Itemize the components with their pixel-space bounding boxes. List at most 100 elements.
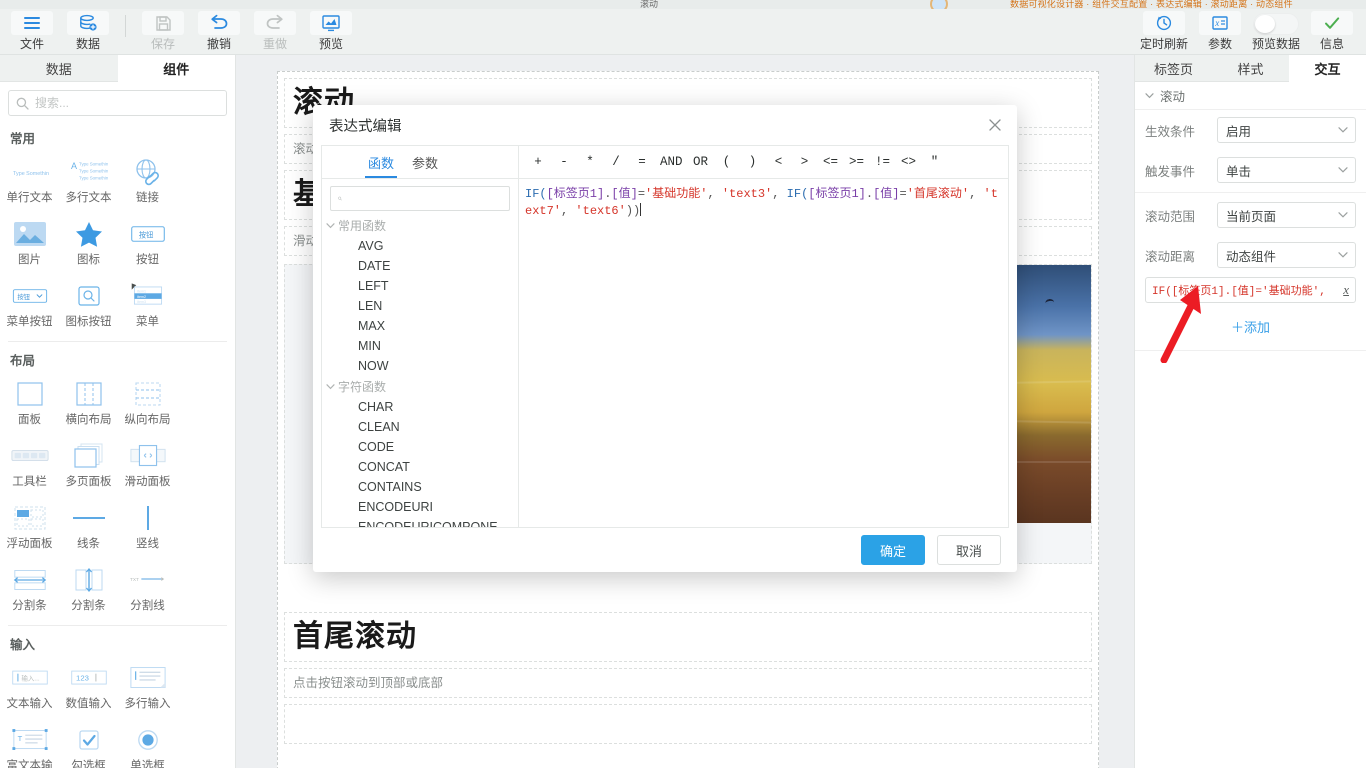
function-item-len[interactable]: LEN — [322, 296, 518, 316]
component-icon[interactable]: 图标 — [59, 213, 118, 275]
toolbar-preview-button[interactable]: 预览 — [303, 9, 359, 55]
component-line[interactable]: 线条 — [59, 497, 118, 559]
interaction-section-header[interactable]: 滚动 — [1135, 82, 1366, 110]
component-slide-panel[interactable]: 滑动面板 — [118, 435, 177, 497]
canvas-block-placeholder[interactable] — [284, 704, 1092, 744]
function-item-now[interactable]: NOW — [322, 356, 518, 376]
component-divider-line[interactable]: TXT 分割线 — [118, 559, 177, 621]
operator-plus[interactable]: + — [525, 153, 551, 171]
component-search-box[interactable] — [8, 90, 227, 116]
component-v-splitter[interactable]: 分割条 — [59, 559, 118, 621]
tab-style[interactable]: 样式 — [1212, 55, 1289, 82]
operator-less-equal[interactable]: <= — [818, 153, 844, 171]
operator-divide[interactable]: / — [603, 153, 629, 171]
component-checkbox[interactable]: 勾选框 — [59, 719, 118, 768]
expression-edit-pane: + - * / = AND OR ( ) < > <= >= != <> " — [519, 146, 1008, 527]
canvas-sub-block-3[interactable]: 点击按钮滚动到顶部或底部 — [284, 668, 1092, 698]
toggle-switch[interactable] — [1253, 13, 1299, 35]
select-effective-condition[interactable]: 启用 — [1217, 117, 1356, 143]
function-item-max[interactable]: MAX — [322, 316, 518, 336]
function-search-input[interactable] — [347, 192, 502, 206]
component-search-input[interactable] — [35, 96, 219, 110]
tab-tabpage[interactable]: 标签页 — [1135, 55, 1212, 82]
toolbar-preview-data-toggle[interactable]: 预览数据 — [1248, 9, 1304, 55]
toolbar-parameter-button[interactable]: x 参数 — [1192, 9, 1248, 55]
tab-data[interactable]: 数据 — [0, 55, 118, 82]
function-search-box[interactable] — [330, 186, 510, 211]
component-vertical-layout[interactable]: 纵向布局 — [118, 373, 177, 435]
toolbar-data-button[interactable]: 数据 — [60, 9, 116, 55]
operator-not-equal[interactable]: != — [870, 153, 896, 171]
tab-functions[interactable]: 函数 — [368, 146, 394, 178]
operator-paren-close[interactable]: ) — [740, 153, 766, 171]
fx-icon[interactable]: x — [1343, 282, 1349, 298]
component-panel[interactable]: 面板 — [0, 373, 59, 435]
operator-paren-open[interactable]: ( — [714, 153, 740, 171]
operator-quote[interactable]: " — [922, 153, 948, 171]
expression-input-field[interactable]: IF([标签页1].[值]='基础功能', x — [1145, 277, 1356, 303]
function-item-contains[interactable]: CONTAINS — [322, 477, 518, 497]
function-item-encodeuri[interactable]: ENCODEURI — [322, 497, 518, 517]
component-h-splitter[interactable]: 分割条 — [0, 559, 59, 621]
component-text-input[interactable]: 输入... 文本输入 — [0, 657, 59, 719]
component-link[interactable]: 链接 — [118, 151, 177, 213]
tab-interaction[interactable]: 交互 — [1289, 55, 1366, 82]
add-interaction-button[interactable]: ＋添加 — [1135, 317, 1366, 336]
function-list[interactable]: 常用函数 AVG DATE LEFT LEN MAX MIN NOW 字符函数 … — [322, 211, 518, 527]
toolbar-timed-refresh-button[interactable]: 定时刷新 — [1136, 9, 1192, 55]
close-icon[interactable] — [985, 115, 1005, 135]
component-float-panel[interactable]: 浮动面板 — [0, 497, 59, 559]
toolbar-undo-button[interactable]: 撤销 — [191, 9, 247, 55]
component-multipage-panel[interactable]: 多页面板 — [59, 435, 118, 497]
component-image[interactable]: 图片 — [0, 213, 59, 275]
operator-diamond[interactable]: <> — [896, 153, 922, 171]
operator-or[interactable]: OR — [688, 153, 714, 171]
canvas-heading-block-3[interactable]: 首尾滚动 — [284, 612, 1092, 662]
select-scroll-distance[interactable]: 动态组件 — [1217, 242, 1356, 268]
expression-textarea[interactable]: IF([标签页1].[值]='基础功能', 'text3', IF([标签页1]… — [519, 179, 1008, 527]
function-item-encodeuricomponent[interactable]: ENCODEURICOMPONE... — [322, 517, 518, 527]
select-scroll-range[interactable]: 当前页面 — [1217, 202, 1356, 228]
component-single-line-text[interactable]: Type Something 单行文本 — [0, 151, 59, 213]
component-menu-button[interactable]: 按钮 菜单按钮 — [0, 275, 59, 337]
toolbar-info-button[interactable]: 信息 — [1304, 9, 1360, 55]
component-button[interactable]: 按钮 按钮 — [118, 213, 177, 275]
component-horizontal-layout[interactable]: 横向布局 — [59, 373, 118, 435]
function-group-common[interactable]: 常用函数 — [322, 215, 518, 236]
toolbar-redo-button[interactable]: 重做 — [247, 9, 303, 55]
operator-greater-equal[interactable]: >= — [844, 153, 870, 171]
component-radio[interactable]: 单选框 — [118, 719, 177, 768]
confirm-button[interactable]: 确定 — [861, 535, 925, 565]
component-icon-button[interactable]: 图标按钮 — [59, 275, 118, 337]
tab-components[interactable]: 组件 — [118, 55, 236, 82]
function-item-char[interactable]: CHAR — [322, 397, 518, 417]
component-menu[interactable]: item1 item2 item3 菜单 — [118, 275, 177, 337]
operator-multiply[interactable]: * — [577, 153, 603, 171]
function-item-concat[interactable]: CONCAT — [322, 457, 518, 477]
function-item-left[interactable]: LEFT — [322, 276, 518, 296]
operator-greater[interactable]: > — [792, 153, 818, 171]
operator-minus[interactable]: - — [551, 153, 577, 171]
component-vertical-line[interactable]: 竖线 — [118, 497, 177, 559]
toolbar-save-button[interactable]: 保存 — [135, 9, 191, 55]
function-group-string[interactable]: 字符函数 — [322, 376, 518, 397]
operator-and[interactable]: AND — [655, 153, 688, 171]
function-item-code[interactable]: CODE — [322, 437, 518, 457]
function-item-clean[interactable]: CLEAN — [322, 417, 518, 437]
component-number-input[interactable]: 123 数值输入 — [59, 657, 118, 719]
operator-less[interactable]: < — [766, 153, 792, 171]
component-rich-text[interactable]: T 富文本输 — [0, 719, 59, 768]
component-label: 图标 — [77, 254, 100, 267]
component-textarea[interactable]: 多行输入 — [118, 657, 177, 719]
cancel-button[interactable]: 取消 — [937, 535, 1001, 565]
tab-parameters[interactable]: 参数 — [412, 146, 438, 178]
component-multi-line-text[interactable]: A Type Something Type Something Type Som… — [59, 151, 118, 213]
component-list-scroll[interactable]: 常用 Type Something 单行文本 A Type Something … — [0, 120, 235, 768]
component-toolbar[interactable]: 工具栏 — [0, 435, 59, 497]
select-trigger-event[interactable]: 单击 — [1217, 157, 1356, 183]
function-item-date[interactable]: DATE — [322, 256, 518, 276]
toolbar-file-button[interactable]: 文件 — [4, 9, 60, 55]
operator-equals[interactable]: = — [629, 153, 655, 171]
function-item-min[interactable]: MIN — [322, 336, 518, 356]
function-item-avg[interactable]: AVG — [322, 236, 518, 256]
